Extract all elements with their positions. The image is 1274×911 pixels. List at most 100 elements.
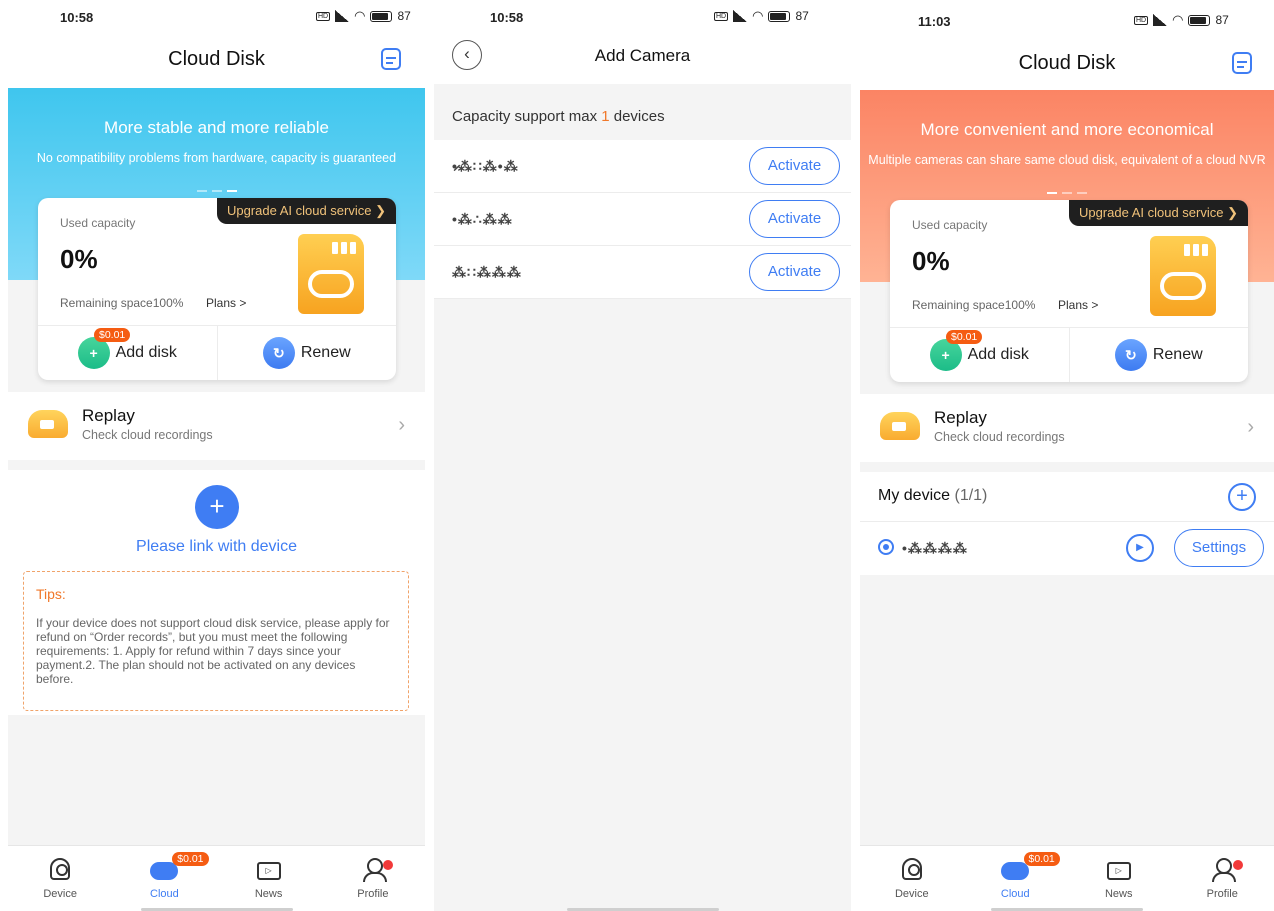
banner-pager [8,190,425,192]
renew-button[interactable]: ↻ Renew [216,326,397,380]
order-records-icon[interactable] [381,48,401,70]
chevron-right-icon: › [398,414,405,436]
settings-button[interactable]: Settings [1174,529,1264,567]
tab-device[interactable]: Device [8,846,112,911]
sd-cloud-icon [298,234,364,314]
add-disk-button[interactable]: $0.01 + Add disk [890,328,1069,382]
battery-icon [1188,14,1211,26]
activate-button[interactable]: Activate [749,147,840,185]
status-time: 10:58 [60,10,94,25]
link-device-area: + Please link with device Tips: If your … [8,470,425,715]
cloud-price-badge: $0.01 [1023,852,1060,866]
battery-level: 87 [397,9,411,23]
tab-news[interactable]: ▷ News [217,846,321,911]
cloud-price-badge: $0.01 [172,852,209,866]
renew-label: Renew [1152,346,1203,363]
my-device-header: My device (1/1) + [860,472,1274,522]
activate-button[interactable]: Activate [749,253,840,291]
page-title: Cloud Disk [168,48,265,70]
page-title: Add Camera [594,46,691,65]
header: ‹ Add Camera [434,30,851,84]
sim-icon: HD [714,11,729,21]
add-disk-label: Add disk [115,344,177,361]
replay-row[interactable]: Replay Check cloud recordings › [8,392,425,460]
my-device-row: •⁂⁂⁂⁂ ▶ Settings [860,522,1274,575]
tab-label: Device [894,888,929,900]
status-bar: 10:58 HD ◠ 87 [8,0,425,34]
screen-cloud-disk-2: 11:03 HD ◠ 87 Cloud Disk More convenient… [860,0,1274,911]
tab-cloud[interactable]: $0.01 Cloud [112,846,216,911]
used-capacity-value: 0% [912,246,950,276]
add-disk-label: Add disk [967,346,1029,363]
price-badge: $0.01 [94,328,131,342]
replay-cloud-icon [880,412,920,440]
pager-dot [1077,192,1087,194]
capacity-actions: $0.01 + Add disk ↻ Renew [38,325,396,380]
wifi-icon: ◠ [354,8,366,23]
capacity-prefix: Capacity support max [452,108,602,125]
my-device-label: My device [878,487,951,504]
pager-dot [196,190,207,192]
capacity-card: Upgrade AI cloud service ❯ Used capacity… [38,198,396,380]
tab-profile[interactable]: Profile [1171,846,1274,911]
plans-link[interactable]: Plans > [206,296,246,310]
upgrade-label: Upgrade AI cloud service [226,203,372,218]
tab-bar: Device $0.01 Cloud ▷ News Profile [8,845,425,911]
news-icon: ▷ [256,862,281,880]
status-bar: 11:03 HD ◠ 87 [860,0,1274,38]
renew-button[interactable]: ↻ Renew [1068,328,1249,382]
profile-icon [1212,858,1237,882]
tab-cloud[interactable]: $0.01 Cloud [964,846,1068,911]
replay-subtitle: Check cloud recordings [934,430,1065,444]
tab-device[interactable]: Device [860,846,964,911]
news-icon: ▷ [1106,862,1131,880]
device-id: •̷⁂∷⁂•⁂ [452,158,519,174]
signal-icon [335,10,350,22]
add-device-button[interactable]: + [1228,483,1256,511]
pager-dot [211,190,222,192]
pager-dot-active [226,190,237,192]
order-records-icon[interactable] [1232,52,1252,74]
link-device-button[interactable]: + [195,485,239,529]
replay-cloud-icon [28,410,68,438]
tab-label: Device [43,888,77,900]
signal-icon [1153,14,1168,26]
capacity-suffix: devices [609,108,665,125]
status-icons: HD ◠ 87 [714,8,809,24]
add-disk-button[interactable]: $0.01 + Add disk [38,326,217,380]
notification-dot [382,860,393,870]
device-icon [901,858,922,880]
replay-row[interactable]: Replay Check cloud recordings › [860,394,1274,462]
renew-icon: ↻ [262,337,295,369]
activate-button[interactable]: Activate [749,200,840,238]
plans-link[interactable]: Plans > [1058,298,1098,312]
tab-news[interactable]: ▷ News [1067,846,1171,911]
used-capacity-label: Used capacity [912,218,988,232]
cloud-icon [1001,862,1030,880]
device-row: •⁂∴⁂⁂ Activate [434,193,851,246]
status-time: 10:58 [490,10,524,25]
banner-subtitle: Multiple cameras can share same cloud di… [868,153,1266,167]
notification-dot [1232,860,1243,870]
play-icon[interactable]: ▶ [1126,534,1154,562]
device-id: ⁂∷⁂⁂⁂ [452,264,522,280]
screen-cloud-disk-1: 10:58 HD ◠ 87 Cloud Disk More stable and… [8,0,425,911]
upgrade-ai-button[interactable]: Upgrade AI cloud service ❯ [216,198,396,224]
upgrade-ai-button[interactable]: Upgrade AI cloud service ❯ [1068,200,1248,226]
tab-label: Profile [1206,888,1238,900]
device-row: ⁂∷⁂⁂⁂ Activate [434,246,851,299]
tab-label: Profile [357,888,389,900]
capacity-card: Upgrade AI cloud service ❯ Used capacity… [890,200,1248,382]
pager-dot [1062,192,1072,194]
tab-profile[interactable]: Profile [321,846,425,911]
replay-title: Replay [82,406,135,425]
capacity-support-text: Capacity support max 1 devices [434,88,851,138]
link-device-text[interactable]: Please link with device [8,538,425,556]
battery-icon [768,10,791,22]
device-icon [50,858,71,880]
chevron-right-icon: › [1247,416,1254,438]
wifi-icon: ◠ [1172,12,1184,27]
status-time: 11:03 [918,14,951,29]
device-id: •⁂⁂⁂⁂ [902,540,968,556]
device-id: •⁂∴⁂⁂ [452,211,513,227]
